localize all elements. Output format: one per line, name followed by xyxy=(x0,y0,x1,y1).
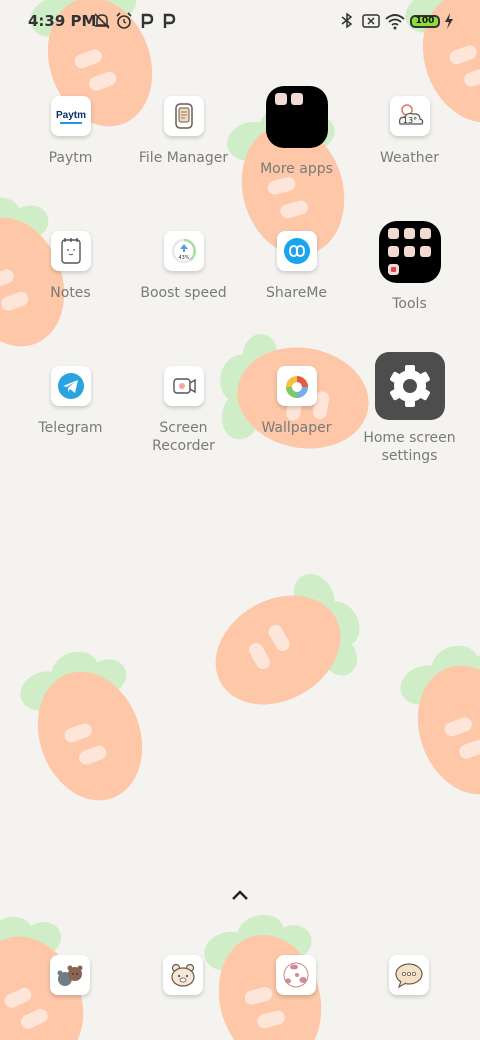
sim-error-icon xyxy=(362,14,380,28)
app-label: Paytm xyxy=(48,150,93,166)
app-label: Weather xyxy=(380,150,439,166)
app-paytm[interactable]: Paytm Paytm xyxy=(14,96,127,167)
app-label: Wallpaper xyxy=(261,420,332,436)
status-bar: 4:39 PM 100 xyxy=(0,0,480,44)
alarm-icon xyxy=(116,12,132,29)
mini-app-icon xyxy=(403,246,415,257)
app-telegram[interactable]: Telegram xyxy=(14,366,127,437)
app-notes[interactable]: Notes xyxy=(14,231,127,302)
app-label: Boost speed xyxy=(140,285,227,301)
app-label: Screen Recorder xyxy=(152,420,215,454)
folder-icon xyxy=(378,221,441,283)
bear-face-icon xyxy=(171,963,195,987)
p-app-icon xyxy=(163,13,176,28)
p-app-icon xyxy=(141,13,154,28)
chat-bubble-icon xyxy=(395,963,423,989)
gear-icon xyxy=(374,352,445,420)
mini-app-icon xyxy=(387,246,399,257)
weather-icon: 13° xyxy=(389,96,430,136)
folder-tools[interactable]: Tools xyxy=(353,221,466,313)
app-home-screen-settings[interactable]: Home screen settings xyxy=(353,352,466,465)
file-manager-icon xyxy=(163,96,204,136)
app-label: Tools xyxy=(392,296,427,312)
battery-level: 100 xyxy=(415,16,435,26)
app-label: Notes xyxy=(50,285,91,301)
mini-app-icon xyxy=(403,228,415,239)
chevron-up-icon[interactable] xyxy=(230,888,250,902)
app-wallpaper[interactable]: Wallpaper xyxy=(240,366,353,437)
clock-time: 4:39 PM xyxy=(28,12,97,30)
app-file-manager[interactable]: File Manager xyxy=(127,96,240,167)
app-screen-recorder[interactable]: Screen Recorder xyxy=(127,366,240,455)
app-weather[interactable]: 13° Weather xyxy=(353,96,466,167)
mini-app-icon xyxy=(274,93,287,105)
app-label: Home screen settings xyxy=(363,430,456,464)
boost-speed-icon: 43% xyxy=(163,231,204,271)
boost-percent: 43% xyxy=(178,255,189,261)
mini-app-icon xyxy=(387,264,399,275)
battery-icon: 100 xyxy=(410,15,440,28)
charging-icon xyxy=(445,13,453,29)
wifi-icon xyxy=(385,14,405,30)
app-label: ShareMe xyxy=(265,285,328,301)
mini-app-icon xyxy=(290,93,303,105)
mini-app-icon xyxy=(419,228,431,239)
camera-icon xyxy=(283,962,309,988)
notes-icon xyxy=(50,231,91,271)
svg-text:Paytm: Paytm xyxy=(55,110,85,121)
dock-app-bear-face[interactable] xyxy=(163,955,203,995)
app-label: More apps xyxy=(260,161,333,177)
weather-temp: 13° xyxy=(402,116,416,125)
screen-recorder-icon xyxy=(163,366,204,406)
app-label: File Manager xyxy=(138,150,229,166)
dock-app-messages[interactable] xyxy=(389,955,429,995)
telegram-icon xyxy=(50,366,91,406)
app-boost-speed[interactable]: 43% Boost speed xyxy=(127,231,240,302)
app-shareme[interactable]: ShareMe xyxy=(240,231,353,302)
bluetooth-icon xyxy=(341,12,353,29)
wallpaper-icon xyxy=(276,366,317,406)
paytm-icon: Paytm xyxy=(50,96,91,136)
notifications-off-icon xyxy=(94,13,110,29)
dock-app-bears[interactable] xyxy=(50,955,90,995)
mini-app-icon xyxy=(419,246,431,257)
mini-app-icon xyxy=(387,228,399,239)
dock-app-camera[interactable] xyxy=(276,955,316,995)
folder-more-apps[interactable]: More apps xyxy=(240,86,353,178)
shareme-icon xyxy=(276,231,317,271)
app-label: Telegram xyxy=(38,420,103,436)
folder-icon xyxy=(265,86,328,148)
bears-icon xyxy=(57,965,83,986)
